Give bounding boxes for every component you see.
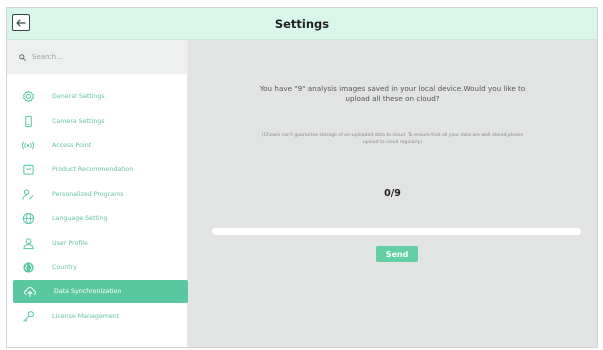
- sidebar-item-personalized-programs[interactable]: Personalized Programs: [11, 183, 187, 206]
- search-input[interactable]: Search...: [7, 40, 187, 74]
- sidebar-item-label: Country: [52, 264, 78, 271]
- sidebar-item-label: Access Point: [52, 142, 92, 149]
- sidebar-item-label: Data Synchronization: [54, 288, 122, 295]
- wifi-signal-icon: [21, 139, 35, 153]
- search-icon: [19, 53, 26, 61]
- sidebar-item-data-synchronization[interactable]: Data Synchronization: [13, 280, 188, 303]
- sidebar-item-license-management[interactable]: License Management: [11, 305, 187, 328]
- cloud-upload-icon: [23, 285, 37, 299]
- phone-icon: [21, 115, 35, 129]
- globe-icon: [21, 212, 35, 226]
- storage-note-line: upload to cloud regularly): [362, 140, 423, 145]
- sidebar-item-user-profile[interactable]: User Profile: [11, 232, 187, 255]
- upload-message-line: upload all these on cloud?: [345, 94, 440, 103]
- sidebar-item-general-settings[interactable]: General Settings: [11, 85, 187, 108]
- sidebar-item-label: User Profile: [52, 240, 88, 247]
- shopping-bag-icon: [21, 163, 35, 177]
- sidebar-item-label: Language Setting: [52, 215, 108, 222]
- gear-icon: [21, 90, 35, 104]
- back-button[interactable]: [12, 14, 30, 31]
- sidebar-item-camera-settings[interactable]: Camera Settings: [11, 110, 187, 133]
- sidebar-item-label: Personalized Programs: [52, 191, 124, 198]
- sidebar-item-label: Product Recommendation: [52, 166, 134, 173]
- page-title: Settings: [274, 16, 330, 31]
- sidebar-item-language-setting[interactable]: Language Setting: [11, 207, 187, 230]
- user-edit-icon: [21, 188, 35, 202]
- sidebar-item-label: Camera Settings: [52, 118, 105, 125]
- upload-message-line: You have "9" analysis images saved in yo…: [259, 84, 526, 93]
- data-sync-panel: You have "9" analysis images saved in yo…: [188, 40, 597, 347]
- storage-note-line: (Chowis can't guarantee storage of un-up…: [261, 133, 524, 138]
- storage-note: (Chowis can't guarantee storage of un-up…: [188, 132, 597, 146]
- app-window: Settings Search... General Settings Came…: [6, 7, 598, 348]
- sidebar-item-access-point[interactable]: Access Point: [11, 134, 187, 157]
- sidebar-item-label: General Settings: [52, 93, 105, 100]
- header-bar: Settings: [7, 8, 597, 40]
- upload-count: 0/9: [384, 188, 401, 199]
- search-placeholder: Search...: [32, 53, 63, 61]
- send-button[interactable]: Send: [376, 246, 418, 262]
- sidebar-item-country[interactable]: Country: [11, 256, 187, 279]
- upload-message: You have "9" analysis images saved in yo…: [188, 84, 597, 104]
- user-icon: [21, 237, 35, 251]
- sidebar: Search... General Settings Camera Settin…: [7, 40, 188, 347]
- sidebar-item-label: License Management: [52, 313, 120, 320]
- upload-progress-bar: [212, 228, 581, 235]
- sidebar-item-product-recommendation[interactable]: Product Recommendation: [11, 158, 187, 181]
- arrow-left-icon: [16, 18, 26, 27]
- key-icon: [21, 310, 35, 324]
- earth-icon: [21, 261, 35, 275]
